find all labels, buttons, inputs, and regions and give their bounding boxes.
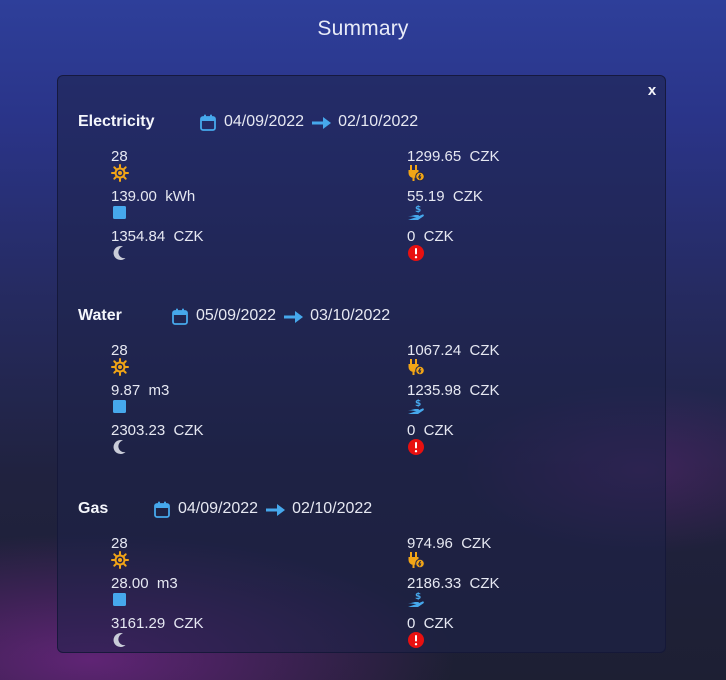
square-icon [86,574,127,606]
alert-icon [382,227,425,261]
svg-text:$: $ [415,399,421,409]
days-value: 28 [111,341,128,359]
arrow-right-icon [266,503,286,516]
plug-icon [382,147,425,182]
difference-item: 0 CZK [382,227,454,261]
night-cost-value: 1354.84 CZK [111,227,204,245]
date-range: 04/09/2022 02/10/2022 [200,113,418,131]
arrow-right-icon [284,310,304,323]
date-to: 02/10/2022 [338,113,419,130]
days-item: 28 [86,341,130,376]
plug-icon [382,341,425,376]
section-name: Electricity [78,113,155,130]
total-cost-item: 1299.65 CZK [382,147,500,182]
section-name: Water [78,307,122,324]
sun-icon [86,534,130,569]
alert-icon [382,614,425,648]
difference-value: 0 CZK [407,614,454,632]
hand-money-icon: $ [382,574,424,607]
sun-icon [86,341,130,376]
close-button[interactable]: x [645,82,659,99]
total-cost-item: 974.96 CZK [382,534,492,569]
plug-icon [382,534,425,569]
night-cost-value: 2303.23 CZK [111,421,204,439]
calendar-icon [200,114,216,131]
calendar-icon [172,308,188,325]
consumption-value: 28.00 m3 [111,574,178,592]
svg-text:$: $ [415,205,421,215]
paid-value: 1235.98 CZK [407,381,500,399]
moon-icon [86,421,126,455]
moon-icon [86,227,126,261]
consumption-value: 9.87 m3 [111,381,170,399]
date-from: 04/09/2022 [178,500,259,517]
section-electricity: Electricity 04/09/2022 02/10/2022 28 139… [78,113,638,261]
calendar-icon [154,501,170,518]
section-name: Gas [78,500,109,517]
days-item: 28 [86,534,130,569]
night-cost-value: 3161.29 CZK [111,614,204,632]
paid-value: 55.19 CZK [407,187,483,205]
arrow-right-icon [312,116,332,129]
square-icon [86,381,127,413]
date-to: 02/10/2022 [292,500,373,517]
consumption-item: 139.00 kWh [86,187,196,219]
alert-icon [382,421,425,455]
moon-icon [86,614,126,648]
paid-item: $ 1235.98 CZK [382,381,500,414]
square-icon [86,187,127,219]
consumption-item: 9.87 m3 [86,381,170,413]
total-cost-item: 1067.24 CZK [382,341,500,376]
difference-value: 0 CZK [407,421,454,439]
date-range: 05/09/2022 03/10/2022 [172,307,390,325]
section-gas: Gas 04/09/2022 02/10/2022 28 28.00 m3 31… [78,500,638,648]
date-range: 04/09/2022 02/10/2022 [154,500,372,518]
svg-text:$: $ [415,592,421,602]
consumption-item: 28.00 m3 [86,574,178,606]
night-cost-item: 1354.84 CZK [86,227,204,261]
date-from: 04/09/2022 [224,113,305,130]
paid-value: 2186.33 CZK [407,574,500,592]
days-value: 28 [111,147,128,165]
night-cost-item: 3161.29 CZK [86,614,204,648]
date-from: 05/09/2022 [196,307,277,324]
difference-item: 0 CZK [382,614,454,648]
section-water: Water 05/09/2022 03/10/2022 28 9.87 m3 2… [78,307,638,455]
days-item: 28 [86,147,130,182]
total-cost-value: 1299.65 CZK [407,147,500,165]
hand-money-icon: $ [382,381,424,414]
date-to: 03/10/2022 [310,307,391,324]
total-cost-value: 974.96 CZK [407,534,492,552]
hand-money-icon: $ [382,187,424,220]
window-title: Summary [317,17,409,40]
night-cost-item: 2303.23 CZK [86,421,204,455]
consumption-value: 139.00 kWh [111,187,196,205]
paid-item: $ 55.19 CZK [382,187,483,220]
sun-icon [86,147,130,182]
total-cost-value: 1067.24 CZK [407,341,500,359]
paid-item: $ 2186.33 CZK [382,574,500,607]
difference-item: 0 CZK [382,421,454,455]
days-value: 28 [111,534,128,552]
difference-value: 0 CZK [407,227,454,245]
